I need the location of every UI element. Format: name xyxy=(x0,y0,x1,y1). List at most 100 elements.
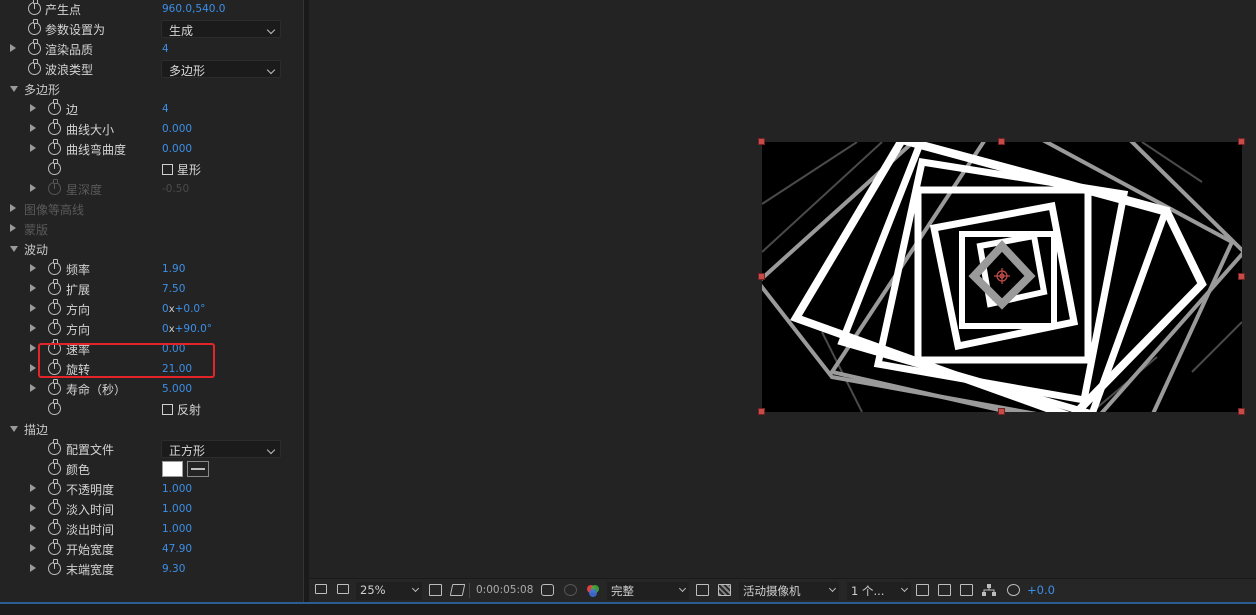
stopwatch-icon[interactable] xyxy=(28,59,41,75)
property-value[interactable]: 1.000 xyxy=(162,483,192,495)
camera-select[interactable]: 活动摄像机 xyxy=(739,582,839,600)
property-value[interactable]: 960.0,540.0 xyxy=(162,3,225,15)
fit-frame-icon[interactable] xyxy=(429,584,442,596)
layer-handle-top-center[interactable] xyxy=(998,138,1005,145)
property-row[interactable]: 波动 xyxy=(0,239,290,259)
layer-handle-top-right[interactable] xyxy=(1238,138,1245,145)
property-row[interactable]: 不透明度 1.000 xyxy=(0,479,290,499)
stopwatch-icon[interactable] xyxy=(48,439,61,455)
property-row[interactable]: 波浪类型 多边形 xyxy=(0,59,290,79)
twirl-open-icon[interactable] xyxy=(10,426,18,432)
region-of-interest-icon[interactable] xyxy=(696,584,709,596)
stopwatch-icon[interactable] xyxy=(48,319,61,335)
property-row[interactable]: 产生点 960.0,540.0 xyxy=(0,0,290,19)
stopwatch-icon[interactable] xyxy=(48,479,61,495)
always-preview-icon[interactable] xyxy=(315,584,327,594)
stopwatch-icon[interactable] xyxy=(48,519,61,535)
layer-handle-bottom-center[interactable] xyxy=(998,408,1005,415)
property-checkbox[interactable] xyxy=(162,164,173,175)
property-row[interactable]: 方向 0x+90.0° xyxy=(0,319,290,339)
composition-frame[interactable] xyxy=(762,142,1242,412)
stopwatch-icon[interactable] xyxy=(48,299,61,315)
stopwatch-icon[interactable] xyxy=(48,539,61,555)
twirl-closed-icon[interactable] xyxy=(30,184,36,192)
toggle-pixel-aspect-icon[interactable] xyxy=(916,584,929,596)
angle-value[interactable]: 0x+0.0° xyxy=(162,303,205,315)
twirl-closed-icon[interactable] xyxy=(30,124,36,132)
property-dropdown[interactable]: 正方形 xyxy=(161,440,281,458)
property-value[interactable]: 9.30 xyxy=(162,563,185,575)
twirl-closed-icon[interactable] xyxy=(30,264,36,272)
property-row[interactable]: 末端宽度 9.30 xyxy=(0,559,290,579)
property-row[interactable]: 频率 1.90 xyxy=(0,259,290,279)
composition-viewer[interactable] xyxy=(309,0,1256,578)
timeline-icon[interactable] xyxy=(960,584,973,596)
layer-handle-top-left[interactable] xyxy=(758,138,765,145)
twirl-closed-icon[interactable] xyxy=(30,284,36,292)
property-row[interactable]: 描边 xyxy=(0,419,290,439)
show-snapshot-icon[interactable] xyxy=(564,584,577,596)
stopwatch-icon[interactable] xyxy=(48,499,61,515)
property-row[interactable]: 边4 xyxy=(0,99,290,119)
angle-degrees[interactable]: +0.0° xyxy=(175,303,206,315)
layer-handle-bottom-left[interactable] xyxy=(758,408,765,415)
property-row[interactable]: 曲线弯曲度 0.000 xyxy=(0,139,290,159)
property-row[interactable]: 多边形 xyxy=(0,79,290,99)
stopwatch-icon[interactable] xyxy=(28,19,41,35)
property-value[interactable]: 4 xyxy=(162,103,169,115)
stopwatch-icon[interactable] xyxy=(48,379,61,395)
stopwatch-icon[interactable] xyxy=(48,159,61,175)
twirl-closed-icon[interactable] xyxy=(30,344,36,352)
stopwatch-icon[interactable] xyxy=(48,119,61,135)
stopwatch-icon[interactable] xyxy=(48,559,61,575)
property-value[interactable]: 47.90 xyxy=(162,543,192,555)
stopwatch-icon[interactable] xyxy=(48,399,61,415)
twirl-closed-icon[interactable] xyxy=(30,384,36,392)
camera-snapshot-icon[interactable] xyxy=(541,584,554,596)
transparency-grid-icon[interactable] xyxy=(718,584,731,596)
angle-degrees[interactable]: +90.0° xyxy=(175,323,212,335)
twirl-closed-icon[interactable] xyxy=(30,484,36,492)
property-dropdown[interactable]: 生成 xyxy=(161,20,281,38)
property-row[interactable]: 星深度 -0.50 xyxy=(0,179,290,199)
property-row[interactable]: 扩展 7.50 xyxy=(0,279,290,299)
roi-icon[interactable] xyxy=(449,584,466,596)
stopwatch-icon[interactable] xyxy=(28,0,41,15)
property-row[interactable]: 寿命（秒） 5.000 xyxy=(0,379,290,399)
twirl-closed-icon[interactable] xyxy=(30,544,36,552)
twirl-closed-icon[interactable] xyxy=(30,504,36,512)
angle-revolutions[interactable]: 0 xyxy=(162,323,169,335)
resolution-select[interactable]: 完整 xyxy=(607,582,689,600)
property-row[interactable]: 星形 xyxy=(0,159,290,179)
twirl-open-icon[interactable] xyxy=(10,246,18,252)
angle-value[interactable]: 0x+90.0° xyxy=(162,323,212,335)
property-value[interactable]: 1.000 xyxy=(162,503,192,515)
stopwatch-icon[interactable] xyxy=(48,179,61,195)
twirl-closed-icon[interactable] xyxy=(30,524,36,532)
stopwatch-icon[interactable] xyxy=(48,99,61,115)
exposure-reset-icon[interactable] xyxy=(1007,584,1020,596)
property-row[interactable]: 开始宽度 47.90 xyxy=(0,539,290,559)
property-value[interactable]: 4 xyxy=(162,43,169,55)
fast-previews-icon[interactable] xyxy=(938,584,951,596)
property-row[interactable]: 渲染品质 4 xyxy=(0,39,290,59)
property-value[interactable]: 7.50 xyxy=(162,283,185,295)
layer-handle-middle-left[interactable] xyxy=(758,273,765,280)
stopwatch-icon[interactable] xyxy=(28,39,41,55)
property-row[interactable]: 曲线大小 0.000 xyxy=(0,119,290,139)
property-row[interactable]: 反射 xyxy=(0,399,290,419)
property-value[interactable]: 5.000 xyxy=(162,383,192,395)
zoom-select[interactable]: 25% xyxy=(356,582,422,600)
property-row[interactable]: 蒙版 xyxy=(0,219,290,239)
stopwatch-icon[interactable] xyxy=(48,139,61,155)
exposure-value[interactable]: +0.0 xyxy=(1027,583,1055,597)
layer-handle-bottom-right[interactable] xyxy=(1238,408,1245,415)
property-row[interactable]: 淡出时间 1.000 xyxy=(0,519,290,539)
property-dropdown[interactable]: 多边形 xyxy=(161,60,281,78)
twirl-closed-icon[interactable] xyxy=(30,564,36,572)
stopwatch-icon[interactable] xyxy=(48,279,61,295)
monitor-icon[interactable] xyxy=(337,584,349,594)
property-value[interactable]: 1.90 xyxy=(162,263,185,275)
twirl-open-icon[interactable] xyxy=(10,86,18,92)
twirl-closed-icon[interactable] xyxy=(30,304,36,312)
